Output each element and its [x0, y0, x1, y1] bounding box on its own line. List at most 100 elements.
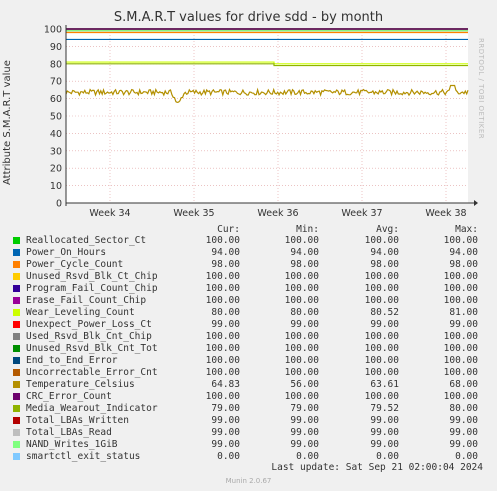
legend-value-min: 99.00 — [290, 319, 319, 330]
y-tick-label: 0 — [56, 199, 62, 210]
legend-value-cur: 79.00 — [211, 403, 240, 414]
y-tick-label: 60 — [50, 94, 62, 105]
legend-row: Total_LBAs_Read 99.00 99.00 99.00 99.00 — [0, 427, 497, 439]
legend-value-min: 99.00 — [290, 439, 319, 450]
legend-header-cur: Cur: — [217, 224, 240, 235]
legend-value-max: 0.00 — [455, 451, 478, 462]
legend-value-max: 99.00 — [449, 427, 478, 438]
x-tick-label: Week 35 — [173, 208, 214, 219]
x-tick-label: Week 34 — [89, 208, 130, 219]
legend-value-avg: 100.00 — [364, 343, 399, 354]
legend-row: Reallocated_Sector_Ct 100.00 100.00 100.00 1… — [0, 235, 497, 247]
legend-swatch — [13, 345, 20, 352]
legend-value-min: 100.00 — [284, 367, 319, 378]
x-tick-label: Week 37 — [341, 208, 382, 219]
y-tick-label: 90 — [50, 42, 62, 53]
legend-value-cur: 0.00 — [217, 451, 240, 462]
legend-value-avg: 100.00 — [364, 295, 399, 306]
legend-value-cur: 100.00 — [205, 235, 240, 246]
legend-value-avg: 63.61 — [370, 379, 399, 390]
legend-series-name: smartctl_exit_status — [26, 451, 141, 462]
legend-value-max: 81.00 — [449, 307, 478, 318]
x-tick-label: Week 38 — [425, 208, 466, 219]
legend-value-cur: 100.00 — [205, 367, 240, 378]
legend-series-name: Program_Fail_Count_Chip — [26, 283, 158, 294]
legend-swatch — [13, 297, 20, 304]
legend-row: Unexpect_Power_Loss_Ct 99.00 99.00 99.00 99.… — [0, 319, 497, 331]
legend-value-avg: 99.00 — [370, 415, 399, 426]
legend-value-cur: 99.00 — [211, 427, 240, 438]
legend-row: End_to_End_Error 100.00 100.00 100.00 100.00 — [0, 355, 497, 367]
legend-row: NAND_Writes_1GiB 99.00 99.00 99.00 99.00 — [0, 439, 497, 451]
legend-value-min: 100.00 — [284, 283, 319, 294]
y-tick-label: 50 — [50, 112, 62, 123]
legend-value-min: 80.00 — [290, 307, 319, 318]
legend-value-cur: 100.00 — [205, 271, 240, 282]
legend-value-avg: 80.52 — [370, 307, 399, 318]
legend-series-name: Unused_Rsvd_Blk_Cnt_Tot — [26, 343, 158, 354]
legend-series-name: Total_LBAs_Read — [26, 427, 112, 438]
legend-value-cur: 94.00 — [211, 247, 240, 258]
legend-series-name: End_to_End_Error — [26, 355, 118, 366]
legend-value-avg: 100.00 — [364, 283, 399, 294]
legend-value-cur: 99.00 — [211, 439, 240, 450]
legend-value-min: 79.00 — [290, 403, 319, 414]
legend-value-cur: 100.00 — [205, 295, 240, 306]
legend-swatch — [13, 405, 20, 412]
legend-series-name: NAND_Writes_1GiB — [26, 439, 118, 450]
legend-value-avg: 79.52 — [370, 403, 399, 414]
legend-value-min: 100.00 — [284, 355, 319, 366]
legend-row: CRC_Error_Count 100.00 100.00 100.00 100.00 — [0, 391, 497, 403]
legend-swatch — [13, 333, 20, 340]
legend-value-avg: 100.00 — [364, 331, 399, 342]
legend-series-name: Unexpect_Power_Loss_Ct — [26, 319, 152, 330]
legend-value-avg: 99.00 — [370, 319, 399, 330]
legend-series-name: Media_Wearout_Indicator — [26, 403, 158, 414]
legend-value-max: 68.00 — [449, 379, 478, 390]
legend-value-min: 99.00 — [290, 427, 319, 438]
legend-value-min: 100.00 — [284, 295, 319, 306]
legend-series-name: Total_LBAs_Written — [26, 415, 129, 426]
legend-series-name: CRC_Error_Count — [26, 391, 112, 402]
legend-series-name: Unused_Rsvd_Blk_Ct_Chip — [26, 271, 158, 282]
legend-value-max: 100.00 — [443, 295, 478, 306]
legend-series-name: Erase_Fail_Count_Chip — [26, 295, 147, 306]
legend-value-max: 99.00 — [449, 439, 478, 450]
legend-value-avg: 100.00 — [364, 271, 399, 282]
legend-swatch — [13, 393, 20, 400]
legend-swatch — [13, 381, 20, 388]
y-tick-label: 80 — [50, 59, 62, 70]
legend-value-min: 98.00 — [290, 259, 319, 270]
legend-value-cur: 99.00 — [211, 319, 240, 330]
legend-value-min: 100.00 — [284, 271, 319, 282]
legend-swatch — [13, 321, 20, 328]
legend-series-name: Wear_Leveling_Count — [26, 307, 135, 318]
legend-row: Unused_Rsvd_Blk_Cnt_Tot 100.00 100.00 100.0… — [0, 343, 497, 355]
legend-value-max: 100.00 — [443, 283, 478, 294]
legend-value-avg: 98.00 — [370, 259, 399, 270]
legend-value-min: 0.00 — [296, 451, 319, 462]
last-update: Last update: Sat Sep 21 02:00:04 2024 — [271, 462, 483, 473]
legend-value-min: 94.00 — [290, 247, 319, 258]
legend-swatch — [13, 285, 20, 292]
legend-swatch — [13, 273, 20, 280]
legend: Reallocated_Sector_Ct 100.00 100.00 100.00 1… — [0, 235, 497, 463]
legend-value-max: 80.00 — [449, 403, 478, 414]
legend-swatch — [13, 453, 20, 460]
legend-swatch — [13, 309, 20, 316]
x-tick-label: Week 36 — [257, 208, 298, 219]
legend-value-min: 99.00 — [290, 415, 319, 426]
legend-value-avg: 0.00 — [376, 451, 399, 462]
legend-value-avg: 99.00 — [370, 439, 399, 450]
legend-value-min: 100.00 — [284, 235, 319, 246]
legend-series-name: Uncorrectable_Error_Cnt — [26, 367, 158, 378]
legend-swatch — [13, 249, 20, 256]
legend-value-cur: 99.00 — [211, 415, 240, 426]
legend-row: Media_Wearout_Indicator 79.00 79.00 79.52 80… — [0, 403, 497, 415]
legend-value-avg: 100.00 — [364, 235, 399, 246]
legend-swatch — [13, 237, 20, 244]
legend-value-cur: 100.00 — [205, 343, 240, 354]
y-tick-label: 100 — [44, 25, 62, 36]
legend-row: Power_On_Hours 94.00 94.00 94.00 94.00 — [0, 247, 497, 259]
legend-row: Power_Cycle_Count 98.00 98.00 98.00 98.00 — [0, 259, 497, 271]
